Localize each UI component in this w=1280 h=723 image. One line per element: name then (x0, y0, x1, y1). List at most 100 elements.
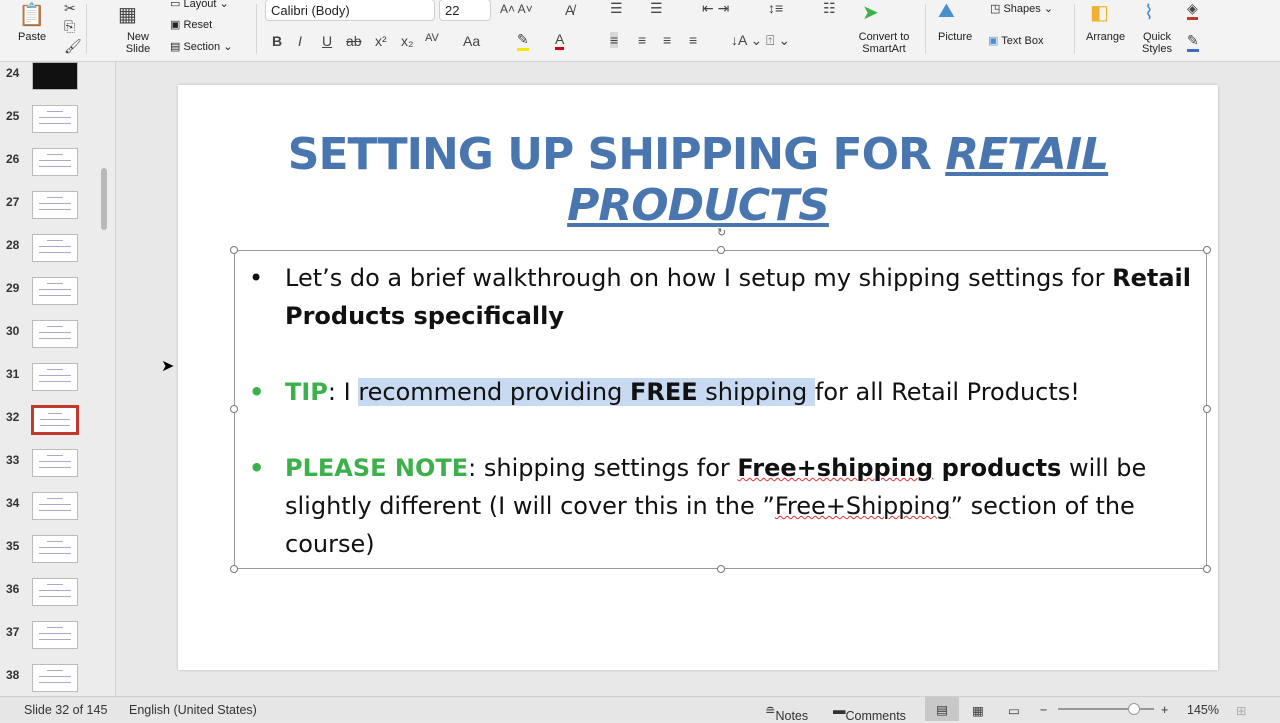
slide-thumbnail[interactable] (32, 578, 78, 606)
font-size-select[interactable]: 22 (439, 0, 491, 21)
paste-button[interactable]: Paste (18, 31, 46, 43)
slide-sorter-button[interactable]: ▦ (972, 703, 984, 718)
bullets-icon[interactable]: ☰ (610, 0, 623, 17)
shape-outline-icon[interactable]: ✎ (1187, 32, 1199, 52)
slide-thumbnail[interactable] (32, 492, 78, 520)
strikethrough-button[interactable]: ab (346, 33, 362, 49)
text-box-selected[interactable]: ↻ • Let’s do a brief walkthrough on how … (230, 227, 1211, 573)
line-spacing-icon[interactable]: ↕≡ (768, 0, 783, 16)
normal-view-button[interactable]: ▤ (925, 697, 959, 721)
paste-icon[interactable]: 📋 (18, 2, 45, 28)
slide-number: 29 (6, 281, 20, 295)
notes-button[interactable]: ≘ Notes (765, 703, 808, 723)
sidebar-scrollbar[interactable] (101, 168, 107, 230)
bullet-1[interactable]: Let’s do a brief walkthrough on how I se… (285, 259, 1205, 335)
slide-thumbnail[interactable] (32, 277, 78, 305)
slide-thumbnail[interactable] (32, 320, 78, 348)
grow-font-icon[interactable]: A˄ A˅ (500, 2, 533, 16)
new-slide-icon[interactable]: ▦ (118, 2, 137, 27)
slide-counter: Slide 32 of 145 (24, 703, 108, 717)
shapes-button[interactable]: ◳ Shapes ⌄ (990, 3, 1053, 15)
slide-thumbnail[interactable] (32, 62, 78, 90)
decrease-indent-icon[interactable]: ⇤ ⇥ (702, 0, 729, 17)
align-center-icon[interactable]: ≡ (638, 32, 646, 48)
slide-number: 26 (6, 152, 20, 166)
slide-thumbnail-pane[interactable]: 24 25 26 27 28 29 30 31 32 33 34 35 36 37 38 (0, 62, 116, 696)
resize-handle[interactable] (717, 565, 725, 573)
comments-button[interactable]: ▬ Comments (833, 703, 906, 723)
resize-handle[interactable] (230, 565, 238, 573)
selected-text[interactable]: recommend providing FREE shipping (358, 378, 815, 406)
smartart-icon[interactable]: ➤ (862, 0, 879, 25)
text-direction-icon[interactable]: ↓A ⌄ ⍐ ⌄ (731, 32, 790, 49)
ribbon: 📋 Paste ✂ ⎘ 🖌 ▦ New Slide ▭ Layout ⌄ ▣ R… (0, 0, 1280, 62)
copy-icon[interactable]: ⎘ (64, 18, 75, 35)
font-name-select[interactable]: Calibri (Body) (265, 0, 435, 21)
bullet-2-text: : I (327, 378, 359, 406)
arrange-button[interactable]: Arrange (1086, 31, 1125, 43)
cut-icon[interactable]: ✂ (64, 0, 76, 17)
highlight-icon[interactable]: ✎ (517, 31, 529, 51)
resize-handle[interactable] (230, 405, 238, 413)
bold-button[interactable]: B (272, 33, 282, 49)
slide-thumbnail[interactable] (32, 105, 78, 133)
bullet-3[interactable]: PLEASE NOTE: shipping settings for Free+… (285, 449, 1205, 563)
arrange-icon[interactable]: ◧ (1090, 0, 1109, 25)
justify-icon[interactable]: ≡ (689, 32, 697, 48)
zoom-in-button[interactable]: + (1161, 703, 1168, 717)
clear-formatting-icon[interactable]: A̸ (565, 2, 574, 18)
slideshow-button[interactable]: ▭ (1008, 703, 1020, 718)
slide-canvas[interactable]: SETTING UP SHIPPING FOR RETAIL PRODUCTS … (178, 85, 1218, 670)
italic-button[interactable]: I (298, 33, 302, 49)
resize-handle[interactable] (230, 246, 238, 254)
picture-button[interactable]: Picture (938, 31, 972, 43)
picture-icon[interactable]: ⛰ (938, 0, 955, 23)
bullet-3-text: : shipping settings for (468, 454, 738, 482)
numbering-icon[interactable]: ☰ (650, 0, 663, 17)
convert-smartart-button[interactable]: Convert to SmartArt (853, 31, 915, 55)
rotate-handle-icon[interactable]: ↻ (717, 226, 726, 239)
slide-thumbnail[interactable] (32, 363, 78, 391)
align-left-icon[interactable]: ≡ (610, 32, 619, 48)
slide-title[interactable]: SETTING UP SHIPPING FOR RETAIL PRODUCTS (178, 129, 1218, 231)
align-right-icon[interactable]: ≡ (663, 32, 671, 48)
section-button[interactable]: ▤ Section ⌄ (170, 41, 232, 53)
fit-to-window-icon[interactable]: ⊞ (1236, 703, 1246, 718)
reset-button[interactable]: ▣ Reset (170, 19, 212, 31)
resize-handle[interactable] (1203, 246, 1211, 254)
slide-thumbnail[interactable] (32, 621, 78, 649)
slide-thumbnail[interactable] (31, 405, 79, 435)
quick-styles-icon[interactable]: ⌇ (1144, 0, 1154, 25)
layout-button[interactable]: ▭ Layout ⌄ (170, 0, 229, 10)
superscript-button[interactable]: x² (375, 33, 387, 49)
language-indicator[interactable]: English (United States) (129, 703, 257, 717)
slide-number: 24 (6, 66, 20, 80)
font-color-icon[interactable]: A (555, 31, 565, 50)
slide-thumbnail[interactable] (32, 191, 78, 219)
slide-thumbnail[interactable] (32, 234, 78, 262)
character-spacing-button[interactable]: AV (425, 32, 439, 44)
zoom-out-button[interactable]: − (1040, 703, 1047, 717)
slide-thumbnail[interactable] (32, 449, 78, 477)
slide-number: 32 (6, 410, 20, 424)
slide-thumbnail[interactable] (32, 148, 78, 176)
new-slide-button[interactable]: New Slide (122, 31, 154, 55)
slide-number: 36 (6, 582, 20, 596)
shape-fill-icon[interactable]: ◈ (1187, 0, 1198, 20)
resize-handle[interactable] (1203, 565, 1211, 573)
quick-styles-button[interactable]: Quick Styles (1140, 31, 1174, 55)
columns-icon[interactable]: ☷ (823, 0, 836, 17)
format-painter-icon[interactable]: 🖌 (64, 38, 82, 55)
underline-button[interactable]: U (322, 33, 332, 49)
bullet-2[interactable]: TIP: I recommend providing FREE shipping… (285, 373, 1205, 411)
comments-label: Comments (845, 709, 906, 723)
zoom-level[interactable]: 145% (1187, 703, 1219, 717)
zoom-slider[interactable] (1058, 708, 1154, 710)
change-case-button[interactable]: Aa (463, 33, 480, 49)
slide-thumbnail[interactable] (32, 664, 78, 692)
subscript-button[interactable]: x₂ (401, 33, 413, 49)
slide-thumbnail[interactable] (32, 535, 78, 563)
zoom-slider-thumb[interactable] (1127, 703, 1140, 715)
text-box-button[interactable]: ▣ Text Box (988, 35, 1043, 47)
resize-handle[interactable] (717, 246, 725, 254)
